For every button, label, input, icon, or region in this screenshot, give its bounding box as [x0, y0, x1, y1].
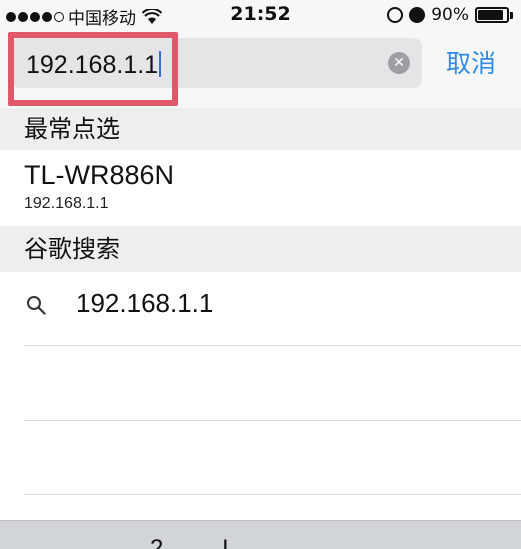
favorite-item-url: 192.168.1.1 [24, 195, 109, 212]
status-right: 90% [387, 5, 513, 25]
battery-icon [475, 7, 513, 23]
keyboard: 2 I [0, 520, 521, 549]
keyboard-key[interactable]: I [222, 535, 229, 549]
suggestion-row[interactable]: 192.168.1.1 [0, 272, 521, 345]
annotation-highlight-box [8, 32, 178, 106]
divider [24, 420, 521, 421]
rotation-lock-icon [387, 7, 404, 23]
favorite-item-title: TL-WR886N [24, 160, 175, 190]
status-bar: 中国移动 21:52 90% [0, 0, 521, 30]
suggestion-list: 192.168.1.1 [0, 272, 521, 520]
cancel-button[interactable]: 取消 [446, 44, 496, 80]
favorite-item[interactable]: TL-WR886N 192.168.1.1 [0, 150, 521, 226]
divider [24, 345, 521, 346]
section-header-google-search: 谷歌搜索 [0, 226, 521, 272]
alarm-icon [409, 7, 426, 23]
clear-x-icon[interactable]: ✕ [388, 52, 410, 74]
search-icon [27, 296, 46, 315]
battery-percent: 90% [431, 5, 469, 25]
suggestion-text: 192.168.1.1 [76, 288, 214, 318]
keyboard-key[interactable]: 2 [150, 535, 163, 549]
section-header-favorites: 最常点选 [0, 108, 521, 150]
battery-fill [478, 10, 504, 20]
search-bar: 192.168.1.1 ✕ 取消 [0, 30, 521, 108]
divider [24, 494, 521, 495]
